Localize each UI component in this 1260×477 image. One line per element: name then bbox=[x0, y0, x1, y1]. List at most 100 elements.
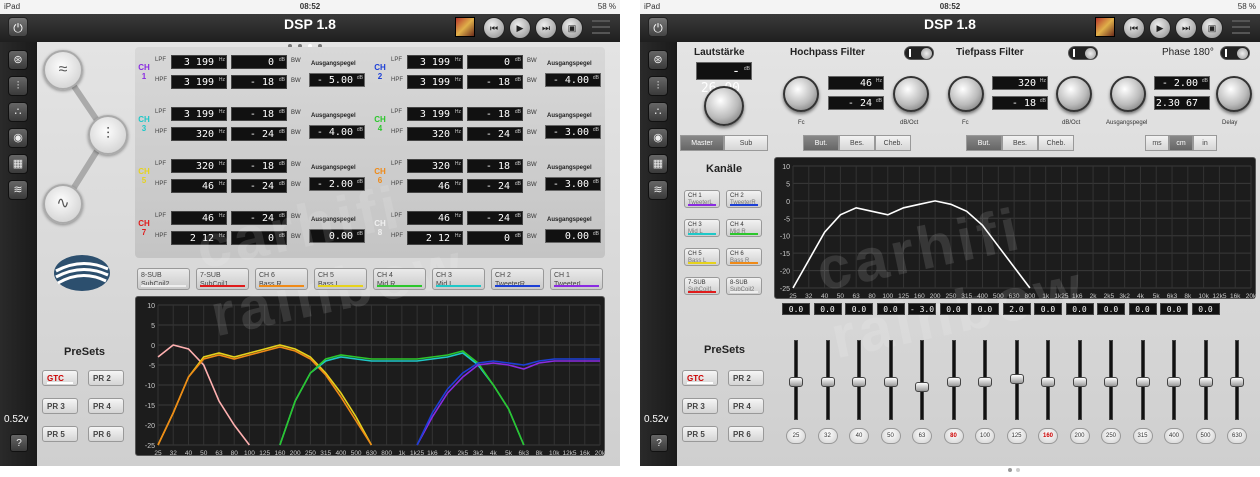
speaker-icon[interactable]: ◉ bbox=[648, 128, 668, 148]
output-gain-display[interactable]: 0.00 dB bbox=[545, 229, 601, 243]
channel-chip[interactable]: CH 5Bass L bbox=[314, 268, 367, 290]
lowpass-slope-knob[interactable] bbox=[1056, 76, 1092, 112]
output-gain-display[interactable]: - 5.00 dB bbox=[309, 73, 365, 87]
steering-wheel-icon[interactable]: ⊛ bbox=[8, 50, 28, 70]
hpf-freq-display[interactable]: 3 199 Hz bbox=[407, 75, 463, 89]
channel-chip[interactable]: CH 2TweeterR bbox=[491, 268, 544, 290]
lpf-freq-display[interactable]: 3 199 Hz bbox=[171, 55, 227, 69]
album-art[interactable] bbox=[1095, 17, 1115, 37]
delay-unit-button[interactable]: in bbox=[1193, 135, 1217, 151]
output-gain-display[interactable]: - 2.00 dB bbox=[309, 177, 365, 191]
delay-knob[interactable] bbox=[1216, 76, 1252, 112]
output-gain-display[interactable]: - 4.00 dB bbox=[545, 73, 601, 87]
channel-chip[interactable]: 8-SUBSubCoil2 bbox=[137, 268, 190, 290]
hpf-freq-display[interactable]: 2 12 Hz bbox=[407, 231, 463, 245]
preset-button[interactable]: PR 3 bbox=[42, 398, 78, 414]
eq-slider-track[interactable] bbox=[920, 340, 924, 420]
preset-button[interactable]: GTC bbox=[42, 370, 78, 386]
eq-slider-thumb[interactable] bbox=[1230, 377, 1244, 387]
lpf-db-display[interactable]: - 18 dB bbox=[467, 107, 523, 121]
lpf-freq-display[interactable]: 46 Hz bbox=[407, 211, 463, 225]
channel-select-button[interactable]: CH 3 Mid L bbox=[684, 219, 720, 237]
hpf-freq-display[interactable]: 3 199 Hz bbox=[171, 75, 227, 89]
speakers-icon[interactable]: ∴ bbox=[8, 102, 28, 122]
sub-button[interactable]: Sub bbox=[724, 135, 768, 151]
eq-slider-thumb[interactable] bbox=[1041, 377, 1055, 387]
output-gain-display[interactable]: - 3.00 dB bbox=[545, 177, 601, 191]
hpf-freq-display[interactable]: 46 Hz bbox=[171, 179, 227, 193]
eq-frequency-button[interactable]: 630 bbox=[1227, 428, 1247, 444]
volume-knob[interactable] bbox=[704, 86, 744, 126]
eq-slider-thumb[interactable] bbox=[852, 377, 866, 387]
lpf-db-display[interactable]: - 24 dB bbox=[231, 211, 287, 225]
eq-frequency-button[interactable]: 160 bbox=[1038, 428, 1058, 444]
lowpass-toggle[interactable] bbox=[1068, 46, 1098, 60]
output-gain-knob[interactable] bbox=[1110, 76, 1146, 112]
lpf-freq-display[interactable]: 46 Hz bbox=[171, 211, 227, 225]
lpf-db-display[interactable]: - 18 dB bbox=[231, 107, 287, 121]
previous-track-icon[interactable]: ⏮ bbox=[483, 17, 505, 39]
hpf-db-display[interactable]: - 18 dB bbox=[231, 75, 287, 89]
eq-frequency-button[interactable]: 250 bbox=[1101, 428, 1121, 444]
source-icon[interactable]: ▣ bbox=[1201, 17, 1223, 39]
eq-frequency-button[interactable]: 400 bbox=[1164, 428, 1184, 444]
eq-frequency-button[interactable]: 63 bbox=[912, 428, 932, 444]
speakers-icon[interactable]: ∴ bbox=[648, 102, 668, 122]
channel-chip[interactable]: 7-SUBSubCoil1 bbox=[196, 268, 249, 290]
channel-select-button[interactable]: CH 2 TweeterR bbox=[726, 190, 762, 208]
eq-slider-thumb[interactable] bbox=[1167, 377, 1181, 387]
lowpass-fc-knob[interactable] bbox=[948, 76, 984, 112]
next-track-icon[interactable]: ⏭ bbox=[535, 17, 557, 39]
eq-frequency-button[interactable]: 125 bbox=[1006, 428, 1027, 444]
hpf-db-display[interactable]: - 24 dB bbox=[467, 179, 523, 193]
hpf-db-display[interactable]: - 24 dB bbox=[231, 127, 287, 141]
eq-slider-thumb[interactable] bbox=[789, 377, 803, 387]
preset-button[interactable]: PR 2 bbox=[88, 370, 124, 386]
equalizer-icon[interactable]: ⫶ bbox=[88, 115, 128, 155]
eq-frequency-button[interactable]: 100 bbox=[975, 428, 995, 444]
album-art[interactable] bbox=[455, 17, 475, 37]
wifi-icon[interactable]: ≋ bbox=[648, 180, 668, 200]
preset-button[interactable]: PR 6 bbox=[88, 426, 124, 442]
hpf-db-display[interactable]: - 24 dB bbox=[467, 127, 523, 141]
menu-icon[interactable] bbox=[592, 20, 610, 34]
speaker-icon[interactable]: ◉ bbox=[8, 128, 28, 148]
previous-track-icon[interactable]: ⏮ bbox=[1123, 17, 1145, 39]
preset-button[interactable]: PR 6 bbox=[728, 426, 764, 442]
hpf-db-display[interactable]: 0 dB bbox=[467, 231, 523, 245]
phase-toggle[interactable] bbox=[1220, 46, 1250, 60]
lpf-db-display[interactable]: 0 dB bbox=[467, 55, 523, 69]
menu-icon[interactable] bbox=[1232, 20, 1250, 34]
hpf-freq-display[interactable]: 2 12 Hz bbox=[171, 231, 227, 245]
hpf-freq-display[interactable]: 320 Hz bbox=[171, 127, 227, 141]
help-button[interactable]: ? bbox=[10, 434, 28, 452]
source-icon[interactable]: ▣ bbox=[561, 17, 583, 39]
channel-chip[interactable]: CH 4Mid R bbox=[373, 268, 426, 290]
preset-button[interactable]: PR 2 bbox=[728, 370, 764, 386]
channel-select-button[interactable]: 8-SUB SubCoil2 bbox=[726, 277, 762, 295]
preset-button[interactable]: PR 5 bbox=[42, 426, 78, 442]
eq-frequency-button[interactable]: 200 bbox=[1069, 428, 1090, 444]
preset-button[interactable]: PR 5 bbox=[682, 426, 718, 442]
sliders-icon[interactable]: ⫶ bbox=[8, 76, 28, 96]
eq-slider-thumb[interactable] bbox=[978, 377, 992, 387]
highpass-fc-knob[interactable] bbox=[783, 76, 819, 112]
highpass-type-button[interactable]: But. bbox=[803, 135, 839, 151]
eq-slider-thumb[interactable] bbox=[1072, 377, 1087, 387]
eq-slider-thumb[interactable] bbox=[883, 377, 898, 387]
wifi-icon[interactable]: ≋ bbox=[8, 180, 28, 200]
preset-button[interactable]: GTC bbox=[682, 370, 718, 386]
sliders-icon[interactable]: ⫶ bbox=[648, 76, 668, 96]
eq-slider-thumb[interactable] bbox=[1009, 373, 1024, 384]
hpf-freq-display[interactable]: 46 Hz bbox=[407, 179, 463, 193]
eq-frequency-button[interactable]: 40 bbox=[849, 428, 869, 444]
output-gain-display[interactable]: - 3.00 dB bbox=[545, 125, 601, 139]
lowpass-type-button[interactable]: Bes. bbox=[1002, 135, 1038, 151]
lpf-freq-display[interactable]: 320 Hz bbox=[407, 159, 463, 173]
hpf-db-display[interactable]: - 24 dB bbox=[231, 179, 287, 193]
chip-icon[interactable]: ▦ bbox=[648, 154, 668, 174]
highpass-toggle[interactable] bbox=[904, 46, 934, 60]
hpf-db-display[interactable]: - 18 dB bbox=[467, 75, 523, 89]
next-track-icon[interactable]: ⏭ bbox=[1175, 17, 1197, 39]
eq-frequency-button[interactable]: 25 bbox=[786, 428, 806, 444]
